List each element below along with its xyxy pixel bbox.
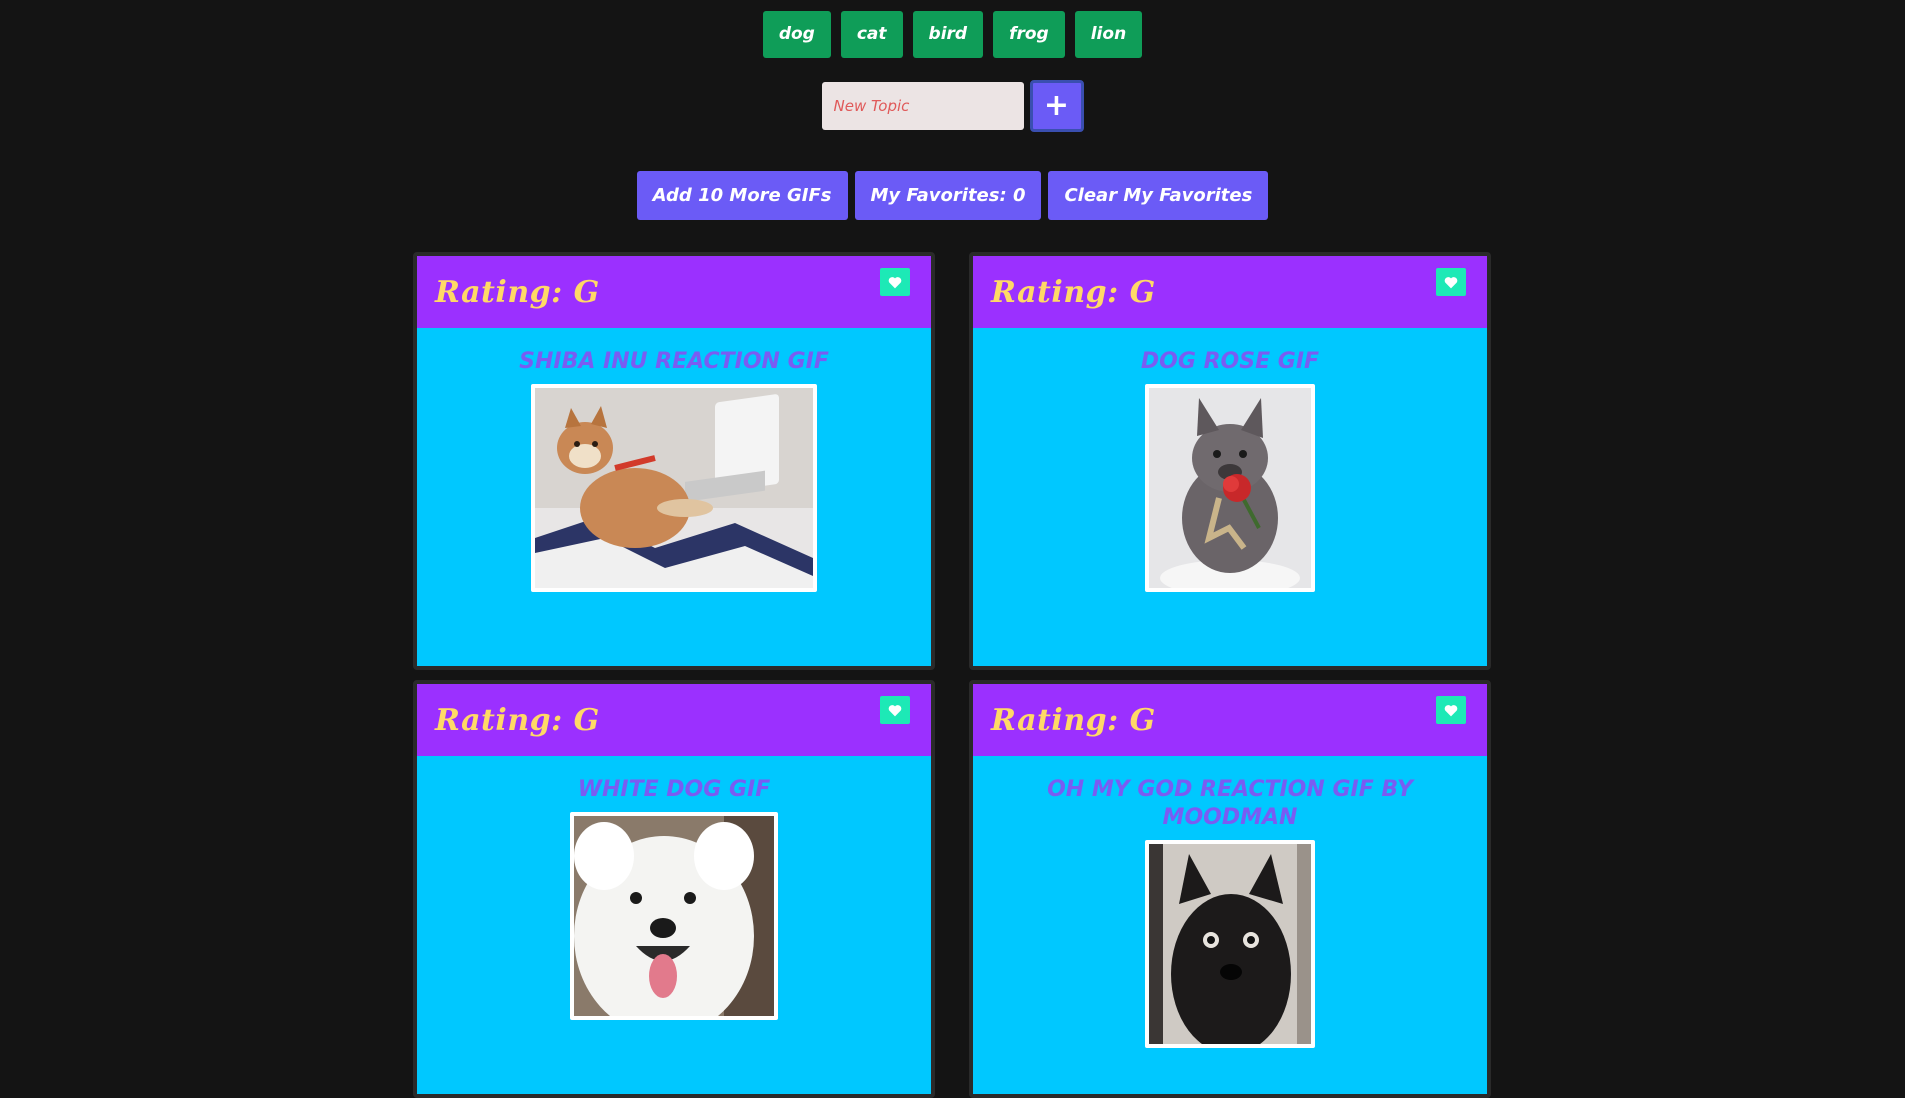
card-header: Rating: G bbox=[417, 684, 931, 756]
rating-label: Rating: G bbox=[435, 702, 600, 738]
topic-button-bird[interactable]: bird bbox=[912, 11, 984, 58]
add-topic-button[interactable]: + bbox=[1029, 80, 1084, 132]
heart-icon bbox=[1444, 704, 1458, 716]
topic-button-frog[interactable]: frog bbox=[993, 11, 1065, 58]
gif-title: white dog gif bbox=[577, 777, 771, 802]
rating-label: Rating: G bbox=[435, 274, 600, 310]
gif-card: Rating: G shiba inu reaction gif bbox=[413, 252, 935, 670]
gif-image[interactable] bbox=[1145, 840, 1315, 1048]
favorite-button[interactable] bbox=[1436, 696, 1466, 724]
heart-icon bbox=[1444, 276, 1458, 288]
gif-image[interactable] bbox=[531, 384, 817, 592]
gif-title: dog rose gif bbox=[1140, 349, 1320, 374]
gif-card: Rating: G oh my god reaction gif by mood… bbox=[969, 680, 1491, 1098]
card-body: oh my god reaction gif by moodman bbox=[973, 756, 1487, 1048]
gif-card: Rating: G white dog gif bbox=[413, 680, 935, 1098]
card-header: Rating: G bbox=[973, 684, 1487, 756]
rating-label: Rating: G bbox=[991, 274, 1156, 310]
new-topic-form: + bbox=[0, 80, 1905, 132]
gif-image[interactable] bbox=[570, 812, 778, 1020]
gif-title: oh my god reaction gif by moodman bbox=[1047, 777, 1413, 830]
my-favorites-button[interactable]: My Favorites: 0 bbox=[854, 171, 1042, 220]
gif-image[interactable] bbox=[1145, 384, 1315, 592]
topic-button-dog[interactable]: dog bbox=[762, 11, 831, 58]
card-header: Rating: G bbox=[417, 256, 931, 328]
add-more-gifs-button[interactable]: Add 10 More GIFs bbox=[636, 171, 848, 220]
clear-favorites-button[interactable]: Clear My Favorites bbox=[1048, 171, 1269, 220]
topic-button-lion[interactable]: lion bbox=[1074, 11, 1143, 58]
rating-label: Rating: G bbox=[991, 702, 1156, 738]
action-buttons: Add 10 More GIFs My Favorites: 0 Clear M… bbox=[0, 171, 1905, 220]
heart-icon bbox=[888, 276, 902, 288]
card-body: white dog gif bbox=[417, 756, 931, 1020]
favorite-button[interactable] bbox=[880, 268, 910, 296]
favorite-button[interactable] bbox=[880, 696, 910, 724]
new-topic-input[interactable] bbox=[821, 82, 1024, 130]
topic-buttons: dog cat bird frog lion bbox=[0, 11, 1905, 58]
gif-card: Rating: G dog rose gif bbox=[969, 252, 1491, 670]
favorite-button[interactable] bbox=[1436, 268, 1466, 296]
card-body: shiba inu reaction gif bbox=[417, 328, 931, 592]
gif-title: shiba inu reaction gif bbox=[519, 349, 829, 374]
heart-icon bbox=[888, 704, 902, 716]
card-body: dog rose gif bbox=[973, 328, 1487, 592]
card-header: Rating: G bbox=[973, 256, 1487, 328]
topic-button-cat[interactable]: cat bbox=[840, 11, 903, 58]
gif-grid: Rating: G shiba inu reaction gif bbox=[413, 252, 1491, 1098]
